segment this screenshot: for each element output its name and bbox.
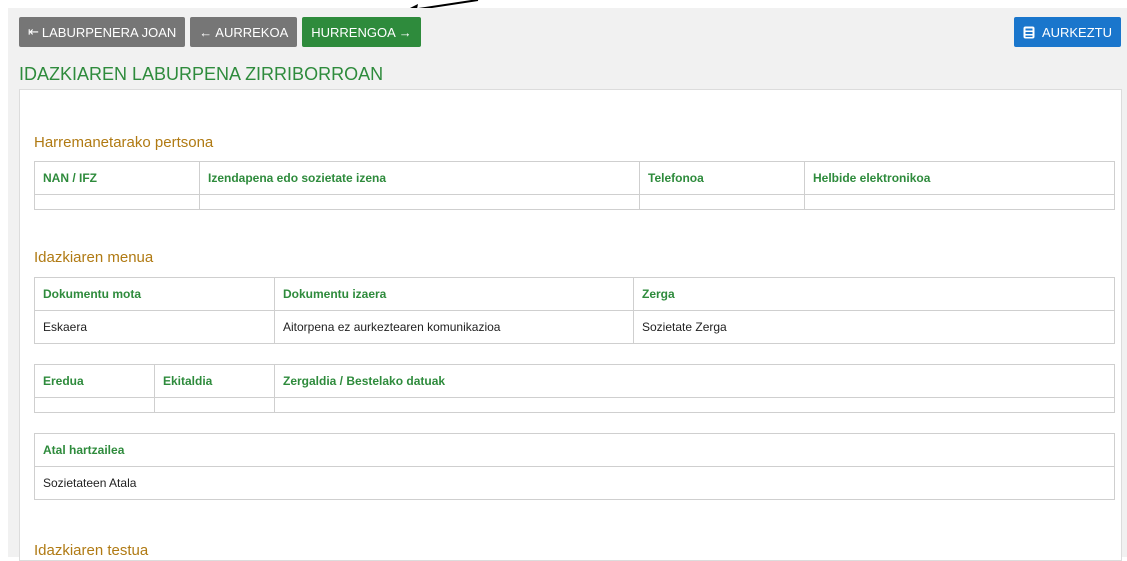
table-header-row: Dokumentu mota Dokumentu izaera Zerga <box>34 277 1115 311</box>
column-header: Atal hartzailea <box>34 433 1115 467</box>
summary-card: Harremanetarako pertsona NAN / IFZ Izend… <box>19 89 1122 561</box>
arrow-left-icon: ← <box>199 24 213 40</box>
table-cell <box>34 397 155 413</box>
column-header: NAN / IFZ <box>34 161 200 195</box>
table-cell: Sozietate Zerga <box>633 310 1115 344</box>
model-table: Eredua Ekitaldia Zergaldia / Bestelako d… <box>34 364 1115 413</box>
column-header: Dokumentu izaera <box>274 277 634 311</box>
column-header: Ekitaldia <box>154 364 275 398</box>
text-section-title: Idazkiaren testua <box>34 542 149 559</box>
next-label: HURRENGOA <box>311 24 396 40</box>
navigation-toolbar: ⇤ LABURPENERA JOAN ← AURREKOA HURRENGOA … <box>19 17 421 47</box>
table-cell <box>639 194 805 210</box>
submit-button[interactable]: AURKEZTU <box>1013 17 1121 47</box>
go-to-summary-button[interactable]: ⇤ LABURPENERA JOAN <box>19 17 186 47</box>
table-header-row: Atal hartzailea <box>34 433 1115 467</box>
table-cell: Eskaera <box>34 310 275 344</box>
menu-section-title: Idazkiaren menua <box>34 249 154 266</box>
table-row: Eskaera Aitorpena ez aurkeztearen komuni… <box>34 310 1115 344</box>
go-to-summary-label: LABURPENERA JOAN <box>41 24 177 40</box>
previous-button[interactable]: ← AURREKOA <box>190 17 298 47</box>
menu-table: Dokumentu mota Dokumentu izaera Zerga Es… <box>34 277 1115 344</box>
column-header: Zergaldia / Bestelako datuak <box>274 364 1115 398</box>
table-row <box>34 194 1115 210</box>
submit-label: AURKEZTU <box>1041 24 1112 40</box>
table-header-row: NAN / IFZ Izendapena edo sozietate izena… <box>34 161 1115 195</box>
table-cell <box>34 194 200 210</box>
column-header: Zerga <box>633 277 1115 311</box>
column-header: Izendapena edo sozietate izena <box>199 161 640 195</box>
column-header: Dokumentu mota <box>34 277 275 311</box>
table-cell: Sozietateen Atala <box>34 466 1115 500</box>
next-button[interactable]: HURRENGOA → <box>302 17 421 47</box>
arrow-right-icon: → <box>398 24 412 40</box>
previous-label: AURREKOA <box>215 24 289 40</box>
table-row <box>34 397 1115 413</box>
column-header: Eredua <box>34 364 155 398</box>
receiver-table: Atal hartzailea Sozietateen Atala <box>34 433 1115 500</box>
first-page-arrow-icon: ⇤ <box>28 24 39 39</box>
contact-table: NAN / IFZ Izendapena edo sozietate izena… <box>34 161 1115 210</box>
table-row: Sozietateen Atala <box>34 466 1115 500</box>
contact-section-title: Harremanetarako pertsona <box>34 134 214 151</box>
table-cell <box>804 194 1115 210</box>
shield-icon <box>1023 26 1035 38</box>
page: ⇤ LABURPENERA JOAN ← AURREKOA HURRENGOA … <box>8 8 1127 561</box>
table-cell <box>154 397 275 413</box>
page-title: IDAZKIAREN LABURPENA ZIRRIBORROAN <box>19 64 384 84</box>
table-header-row: Eredua Ekitaldia Zergaldia / Bestelako d… <box>34 364 1115 398</box>
table-cell: Aitorpena ez aurkeztearen komunikazioa <box>274 310 634 344</box>
table-cell <box>274 397 1115 413</box>
column-header: Telefonoa <box>639 161 805 195</box>
column-header: Helbide elektronikoa <box>804 161 1115 195</box>
table-cell <box>199 194 640 210</box>
